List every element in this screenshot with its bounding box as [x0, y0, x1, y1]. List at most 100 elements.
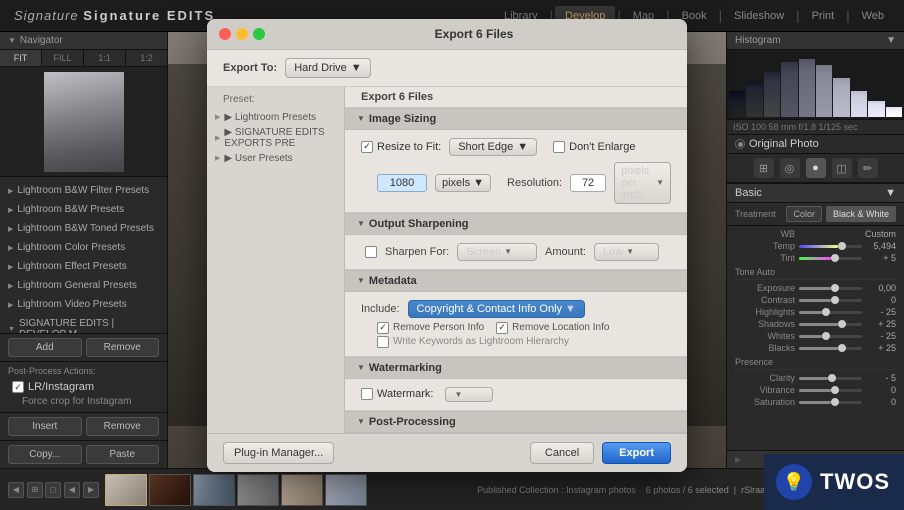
highlights-handle[interactable] — [822, 308, 830, 316]
remove-location-checkbox[interactable] — [496, 322, 508, 334]
nav-tab-fill[interactable]: FILL — [42, 50, 84, 66]
preset-group-bw-toned-header[interactable]: ▶ Lightroom B&W Toned Presets — [8, 221, 159, 236]
blacks-handle[interactable] — [838, 344, 846, 352]
bw-button[interactable]: Black & White — [826, 206, 896, 222]
saturation-track[interactable] — [799, 401, 862, 404]
grid-view-button[interactable]: ⊞ — [27, 482, 43, 498]
filmstrip-thumb[interactable] — [281, 474, 323, 506]
resize-checkbox[interactable] — [361, 141, 373, 153]
prev-button[interactable]: ◀ — [64, 482, 80, 498]
insert-button[interactable]: Insert — [8, 417, 82, 436]
loupe-view-button[interactable]: ◻ — [45, 482, 61, 498]
auto-label[interactable]: Auto — [757, 267, 776, 277]
minimize-button[interactable] — [236, 28, 248, 40]
tint-handle[interactable] — [831, 254, 839, 262]
image-sizing-header[interactable]: ▼ Image Sizing — [345, 108, 687, 130]
nav-tab-1to2[interactable]: 1:2 — [126, 50, 167, 66]
resize-to-fit-check[interactable]: Resize to Fit: — [361, 141, 441, 153]
sharpen-checkbox-label[interactable] — [365, 246, 377, 258]
resize-fit-dropdown[interactable]: Short Edge ▼ — [449, 138, 537, 156]
vibrance-handle[interactable] — [831, 386, 839, 394]
original-photo-radio[interactable] — [735, 139, 745, 149]
exposure-handle[interactable] — [831, 284, 839, 292]
watermark-checkbox[interactable] — [361, 388, 373, 400]
output-sharpening-header[interactable]: ▼ Output Sharpening — [345, 213, 687, 235]
contrast-handle[interactable] — [831, 296, 839, 304]
gradient-tool[interactable]: ◫ — [832, 158, 852, 178]
post-processing-header[interactable]: ▼ Post-Processing — [345, 411, 687, 433]
color-button[interactable]: Color — [786, 206, 822, 222]
preset-group-user[interactable]: ▶ ▶ User Presets — [215, 151, 336, 166]
remove-person-checkbox[interactable] — [377, 322, 389, 334]
contrast-track[interactable] — [799, 299, 862, 302]
dont-enlarge-check[interactable]: Don't Enlarge — [553, 141, 635, 153]
filmstrip-thumb[interactable] — [237, 474, 279, 506]
exposure-track[interactable] — [799, 287, 862, 290]
whites-handle[interactable] — [822, 332, 830, 340]
temp-handle[interactable] — [838, 242, 846, 250]
shadows-handle[interactable] — [838, 320, 846, 328]
remove2-button[interactable]: Remove — [86, 417, 160, 436]
preset-group-signature-header[interactable]: ▼ SIGNATURE EDITS | DEVELOP M — [8, 316, 159, 333]
export-to-dropdown[interactable]: Hard Drive ▼ — [285, 58, 370, 78]
remove-person-check[interactable]: Remove Person Info — [377, 322, 484, 334]
preset-group-bw-filter-header[interactable]: ▶ Lightroom B&W Filter Presets — [8, 183, 159, 198]
ppi-dropdown[interactable]: pixels per inch ▼ — [614, 162, 671, 204]
watermarking-header[interactable]: ▼ Watermarking — [345, 357, 687, 379]
filmstrip-thumb[interactable] — [325, 474, 367, 506]
amount-dropdown[interactable]: Low ▼ — [594, 243, 659, 261]
resolution-input[interactable] — [570, 174, 606, 192]
preset-group-general-header[interactable]: ▶ Lightroom General Presets — [8, 278, 159, 293]
filmstrip-thumb[interactable] — [105, 474, 147, 506]
filmstrip-thumb[interactable] — [193, 474, 235, 506]
sharpen-checkbox[interactable] — [365, 246, 377, 258]
close-button[interactable] — [219, 28, 231, 40]
paste-button[interactable]: Paste — [86, 445, 160, 464]
nav-print[interactable]: Print — [802, 6, 845, 26]
plugin-manager-button[interactable]: Plug-in Manager... — [223, 442, 334, 464]
shadows-track[interactable] — [799, 323, 862, 326]
sharpen-for-dropdown[interactable]: Screen ▼ — [457, 243, 537, 261]
preset-group-bw-header[interactable]: ▶ Lightroom B&W Presets — [8, 202, 159, 217]
brush-tool[interactable]: ✏ — [858, 158, 878, 178]
tint-track[interactable] — [799, 257, 862, 260]
whites-track[interactable] — [799, 335, 862, 338]
preset-group-color-header[interactable]: ▶ Lightroom Color Presets — [8, 240, 159, 255]
crop-tool[interactable]: ⊞ — [754, 158, 774, 178]
saturation-handle[interactable] — [831, 398, 839, 406]
preset-group-effect-header[interactable]: ▶ Lightroom Effect Presets — [8, 259, 159, 274]
highlights-track[interactable] — [799, 311, 862, 314]
red-eye-tool[interactable]: ● — [806, 158, 826, 178]
preset-group-lightroom[interactable]: ▶ ▶ Lightroom Presets — [215, 110, 336, 125]
preset-group-signature-exports[interactable]: ▶ ▶ SIGNATURE EDITS EXPORTS PRE — [215, 125, 336, 151]
temp-track[interactable] — [799, 245, 862, 248]
next-button[interactable]: ▶ — [83, 482, 99, 498]
spot-tool[interactable]: ◎ — [780, 158, 800, 178]
metadata-dropdown[interactable]: Copyright & Contact Info Only ▼ — [408, 300, 585, 318]
nav-slideshow[interactable]: Slideshow — [724, 6, 794, 26]
preset-group-video-header[interactable]: ▶ Lightroom Video Presets — [8, 297, 159, 312]
copy-button[interactable]: Copy... — [8, 445, 82, 464]
back-frame-button[interactable]: ◀ — [8, 482, 24, 498]
filmstrip-thumb[interactable] — [149, 474, 191, 506]
unit-dropdown[interactable]: pixels ▼ — [435, 174, 491, 192]
nav-tab-fit[interactable]: FIT — [0, 50, 42, 66]
maximize-button[interactable] — [253, 28, 265, 40]
cancel-button[interactable]: Cancel — [530, 442, 594, 464]
write-keywords-check[interactable]: Write Keywords as Lightroom Hierarchy — [377, 336, 671, 348]
post-process-checkbox[interactable] — [12, 381, 24, 393]
clarity-handle[interactable] — [828, 374, 836, 382]
remove-location-check[interactable]: Remove Location Info — [496, 322, 609, 334]
write-keywords-checkbox[interactable] — [377, 336, 389, 348]
metadata-header[interactable]: ▼ Metadata — [345, 270, 687, 292]
clarity-track[interactable] — [799, 377, 862, 380]
nav-web[interactable]: Web — [852, 6, 894, 26]
nav-tab-1to1[interactable]: 1:1 — [84, 50, 126, 66]
watermark-dropdown[interactable]: ▼ — [445, 387, 493, 402]
dont-enlarge-checkbox[interactable] — [553, 141, 565, 153]
add-button[interactable]: Add — [8, 338, 82, 357]
export-button[interactable]: Export — [602, 442, 671, 464]
blacks-track[interactable] — [799, 347, 862, 350]
pixel-input[interactable] — [377, 174, 427, 192]
remove-button[interactable]: Remove — [86, 338, 160, 357]
